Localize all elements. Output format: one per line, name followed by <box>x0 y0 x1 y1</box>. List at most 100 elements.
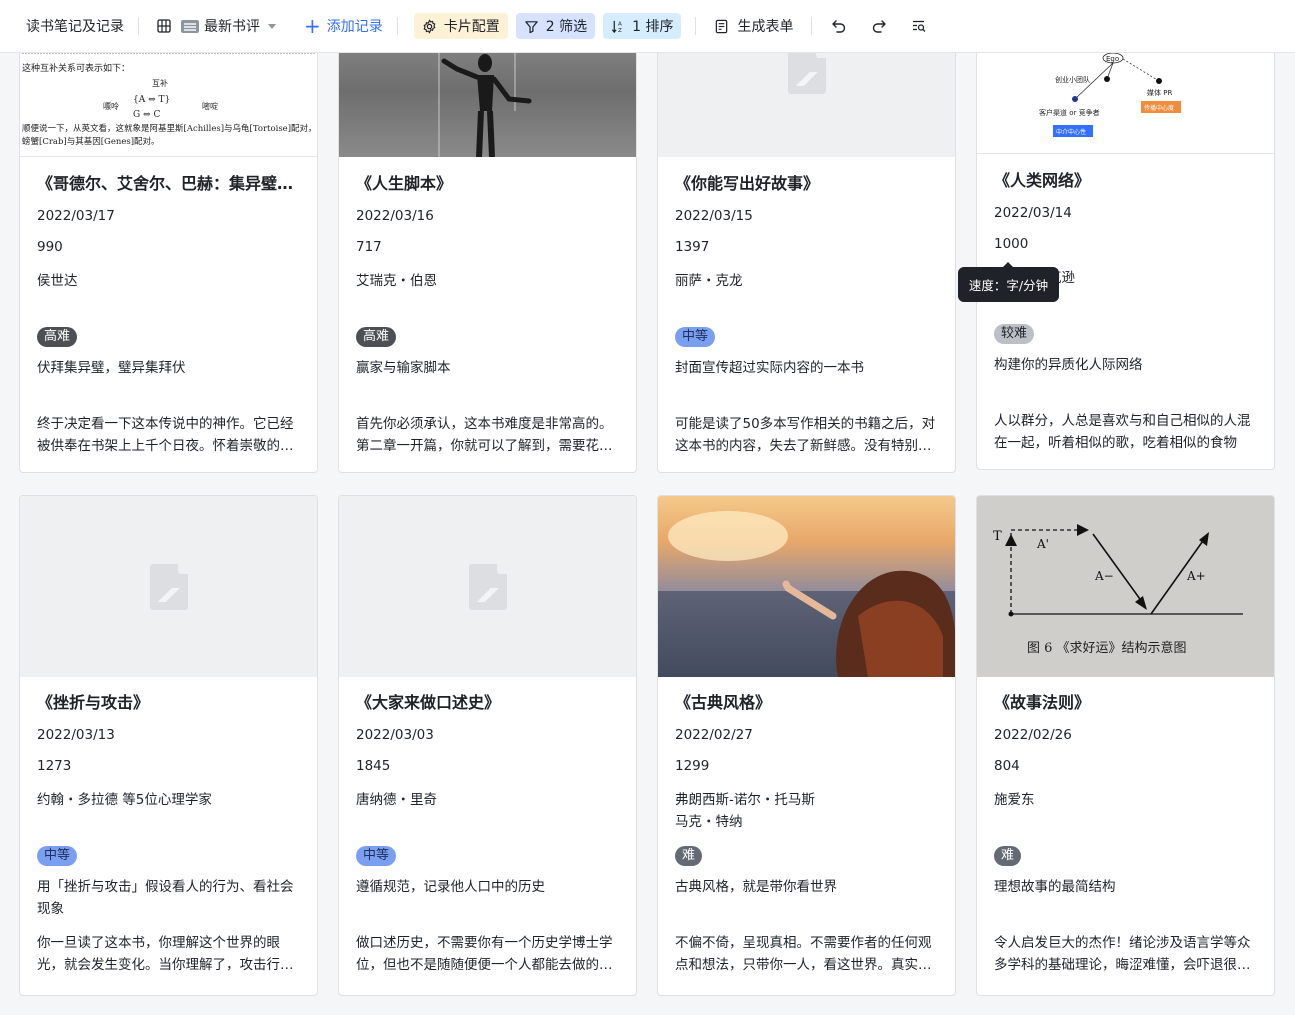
sort-label: 1 排序 <box>632 19 674 35</box>
plus-icon: + <box>304 14 321 38</box>
card-config-label: 卡片配置 <box>443 19 500 35</box>
card-author: 约翰・多拉德 等5位心理学家 <box>37 792 212 808</box>
card-review: 可能是读了50多本写作相关的书籍之后，对这本书的内容，失去了新鲜感。没有特别的收… <box>675 416 936 454</box>
svg-text:图 6 《求好运》结构示意图: 图 6 《求好运》结构示意图 <box>1027 640 1187 656</box>
base-title[interactable]: 读书笔记及记录 <box>26 16 124 36</box>
svg-text:嘧啶: 嘧啶 <box>202 101 218 111</box>
card-date: 2022/02/27 <box>675 727 753 743</box>
card-speed: 1845 <box>356 758 391 774</box>
card-body: 《哥德尔、艾舍尔、巴赫：集异璧之大成》 2022/03/17 990 侯世达 高… <box>20 172 317 457</box>
card-summary: 赢家与输家脚本 <box>356 360 451 376</box>
svg-text:中介中心性: 中介中心性 <box>1056 128 1086 136</box>
card-summary: 构建你的异质化人际网络 <box>994 357 1143 373</box>
toolbar-divider <box>138 17 139 35</box>
image-placeholder-icon <box>787 48 826 94</box>
card-body: 《人生脚本》 2022/03/16 717 艾瑞克・伯恩 高难 赢家与输家脚本 … <box>339 172 636 457</box>
card-speed: 1397 <box>675 239 710 255</box>
redo-icon <box>873 20 887 33</box>
undo-icon <box>832 20 846 33</box>
record-card[interactable]: 《大家来做口述史》 2022/03/03 1845 唐纳德・里奇 中等 遵循规范… <box>338 495 637 996</box>
card-review: 做口述历史，不需要你有一个历史学博士学位，但也不是随随便便一个人都能去做的事情 <box>356 935 613 973</box>
card-review: 不偏不倚，呈现真相。不需要作者的任何观点和想法，只带你一人，看这世界。真实的世界 <box>675 935 932 973</box>
record-card[interactable]: 《挫折与攻击》 2022/03/13 1273 约翰・多拉德 等5位心理学家 中… <box>19 495 318 996</box>
record-card[interactable]: T A' A− A+ 图 6 《求好运》结构示意图 《故事法则》 2022/02… <box>976 495 1275 996</box>
card-date: 2022/03/03 <box>356 727 434 743</box>
card-author: 弗朗西斯-诺尔・托马斯 <box>675 792 815 808</box>
card-review: 令人启发巨大的杰作！绪论涉及语言学等众多学科的基础理论，晦涩难懂，会吓退很多读者 <box>994 935 1251 973</box>
redo-button[interactable] <box>864 11 894 41</box>
image-placeholder-icon <box>149 563 188 610</box>
card-title: 《大家来做口述史》 <box>356 693 501 712</box>
card-speed: 1273 <box>37 758 72 774</box>
card-date: 2022/03/14 <box>994 205 1072 221</box>
image-placeholder-icon <box>468 563 507 610</box>
add-record-button[interactable]: + 添加记录 <box>304 16 383 36</box>
card-date: 2022/02/26 <box>994 727 1072 743</box>
card-title: 《人生脚本》 <box>356 174 453 193</box>
card-cover-image <box>339 496 636 677</box>
svg-text:互补: 互补 <box>152 78 168 88</box>
card-summary: 理想故事的最简结构 <box>994 879 1116 895</box>
card-speed: 717 <box>356 239 382 255</box>
card-speed: 1299 <box>675 758 710 774</box>
card-body: 《古典风格》 2022/02/27 1299 弗朗西斯-诺尔・托马斯 马克・特纳… <box>658 691 955 976</box>
toolbar-divider <box>811 17 813 35</box>
difficulty-tag: 高难 <box>37 327 78 347</box>
card-speed[interactable]: 1000 <box>994 233 1257 255</box>
card-date: 2022/03/17 <box>37 208 115 224</box>
card-review: 终于决定看一下这本传说中的神作。它已经被供奉在书架上上千个日夜。怀着崇敬的心情翻… <box>37 416 294 454</box>
record-card[interactable]: Ego 创业小团队 媒体 PR 客户渠道 or 竞争者 传播中心度 中介中心性 … <box>976 0 1275 470</box>
toolbar-divider <box>695 17 697 35</box>
svg-text:创业小团队: 创业小团队 <box>1055 75 1090 84</box>
search-list-icon <box>913 20 926 32</box>
card-review: 人以群分，人总是喜欢与和自己相似的人混在一起，听着相似的歌，吃着相似的食物 <box>994 413 1251 451</box>
sunset-photo <box>658 511 955 677</box>
card-config-button[interactable]: 卡片配置 <box>413 13 508 39</box>
difficulty-tag: 中等 <box>675 327 716 347</box>
search-button[interactable] <box>904 11 934 41</box>
field-tooltip: 速度：字/分钟 <box>958 262 1059 302</box>
record-card[interactable]: 《人生脚本》 2022/03/16 717 艾瑞克・伯恩 高难 赢家与输家脚本 … <box>338 0 637 473</box>
card-body: 《大家来做口述史》 2022/03/03 1845 唐纳德・里奇 中等 遵循规范… <box>339 691 636 976</box>
card-date: 2022/03/16 <box>356 208 434 224</box>
card-summary: 古典风格，就是带你看世界 <box>675 879 837 895</box>
card-title: 《人类网络》 <box>994 171 1091 190</box>
record-card[interactable]: 《你能写出好故事》 2022/03/15 1397 丽萨・克龙 中等 封面宣传超… <box>657 0 956 473</box>
view-switcher[interactable]: 最新书评 <box>157 16 276 36</box>
svg-text:这种互补关系可表示如下：: 这种互补关系可表示如下： <box>22 62 130 74</box>
card-body: 《故事法则》 2022/02/26 804 施爱东 难 理想故事的最简结构 令人… <box>977 691 1274 976</box>
svg-text:Ego: Ego <box>1106 55 1119 63</box>
form-icon <box>716 19 728 33</box>
card-cover-image <box>20 496 317 677</box>
story-structure-diagram: T A' A− A+ 图 6 《求好运》结构示意图 <box>977 496 1274 677</box>
card-title: 《哥德尔、艾舍尔、巴赫：集异璧之大成》 <box>37 174 300 193</box>
card-summary: 封面宣传超过实际内容的一本书 <box>675 360 864 376</box>
difficulty-tag: 中等 <box>37 846 78 866</box>
svg-text:客户渠道 or 竞争者: 客户渠道 or 竞争者 <box>1039 108 1100 117</box>
card-body: 《你能写出好故事》 2022/03/15 1397 丽萨・克龙 中等 封面宣传超… <box>658 172 955 457</box>
card-summary: 遵循规范，记录他人口中的历史 <box>356 879 545 895</box>
newspaper-icon <box>181 19 199 33</box>
card-title: 《挫折与攻击》 <box>37 693 150 712</box>
undo-button[interactable] <box>824 11 854 41</box>
card-speed: 990 <box>37 239 63 255</box>
generate-form-label: 生成表单 <box>737 19 794 35</box>
card-author: 施爱东 <box>994 792 1035 808</box>
card-author: 侯世达 <box>37 273 78 289</box>
filter-label: 2 筛选 <box>545 19 588 35</box>
svg-text:嘌呤: 嘌呤 <box>103 101 119 111</box>
sort-icon: AZ <box>612 20 622 34</box>
svg-text:G ⇔ C: G ⇔ C <box>133 110 160 120</box>
sort-button[interactable]: AZ 1 排序 <box>603 13 682 39</box>
gear-icon <box>423 18 436 34</box>
record-card[interactable]: 这种互补关系可表示如下： 互补 嘌呤 嘧啶 {A ⇔ T} G ⇔ C 顺便说一… <box>19 0 318 473</box>
difficulty-tag: 难 <box>675 846 703 866</box>
card-author: 丽萨・克龙 <box>675 273 743 289</box>
card-date: 2022/03/13 <box>37 727 115 743</box>
filter-button[interactable]: 2 筛选 <box>515 13 596 39</box>
record-card[interactable]: 《古典风格》 2022/02/27 1299 弗朗西斯-诺尔・托马斯 马克・特纳… <box>657 495 956 996</box>
generate-form-button[interactable]: 生成表单 <box>714 16 793 36</box>
difficulty-tag: 难 <box>994 846 1022 866</box>
card-author: 唐纳德・里奇 <box>356 792 437 808</box>
card-title: 《故事法则》 <box>994 693 1091 712</box>
